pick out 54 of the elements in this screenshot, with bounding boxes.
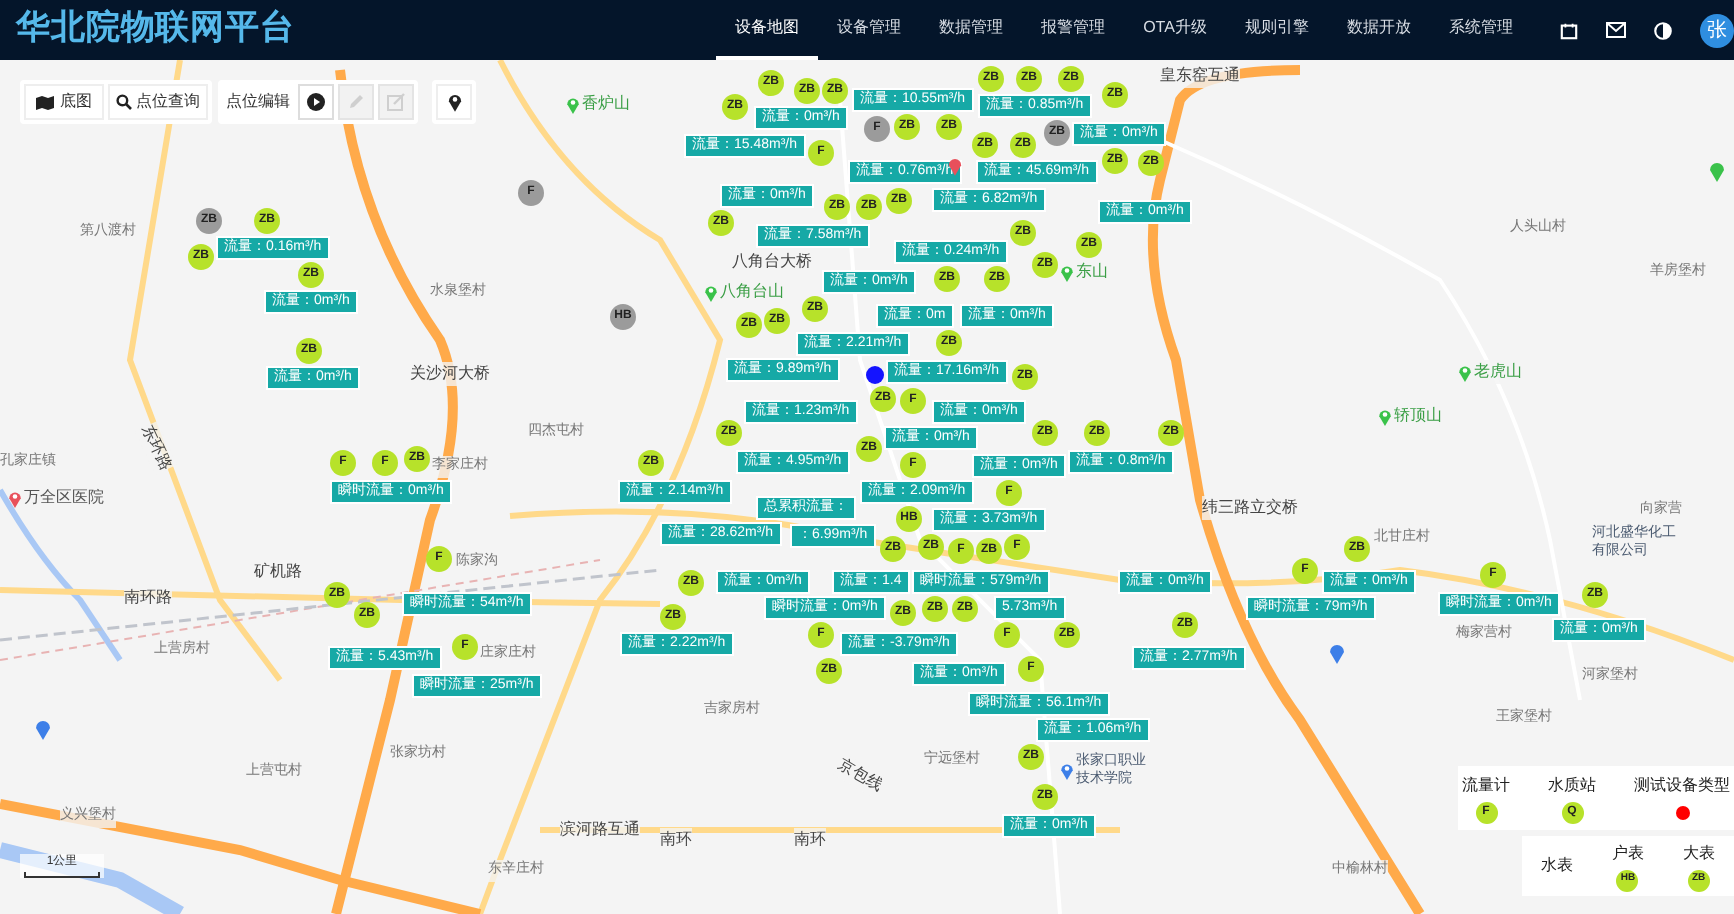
nav-tab[interactable]: 数据管理 [920,0,1022,60]
mountain-pin-icon [566,95,580,113]
mountain-pin-icon [1708,160,1726,182]
legend-label: 大表 [1682,841,1715,865]
basemap-button[interactable]: 底图 [24,84,104,120]
nav-tab[interactable]: 规则引擎 [1226,0,1328,60]
mountain-label: 香炉山 [582,92,630,116]
road-label: 东环路 [135,421,177,475]
mail-icon[interactable] [1606,22,1626,38]
road-label: 南环路 [124,586,172,610]
nav-tab[interactable]: 系统管理 [1430,0,1532,60]
search-icon [116,94,132,110]
nav-tab[interactable]: 设备管理 [818,0,920,60]
point-search-button[interactable]: 点位查询 [108,84,208,120]
mountain-label: 八角台山 [720,280,784,304]
legend-label: 水质站 [1548,773,1596,797]
hospital-pin-icon [8,489,22,507]
mountain-pin-icon [1378,407,1392,425]
scale-bar [24,872,100,878]
road-label: 滨河路互通 [560,818,640,842]
mountain-pin-icon [704,283,718,301]
nav-tab[interactable]: OTA升级 [1124,0,1226,60]
road-label: 南环 [660,828,692,852]
school-pin-icon [1060,761,1074,779]
legend-label: 流量计 [1462,773,1510,797]
road-label: 八角台大桥 [732,250,812,274]
hospital-label: 万全区医院 [24,486,104,510]
mountain-label: 轿顶山 [1394,404,1442,428]
mountain-label: 东山 [1076,260,1108,284]
app-title: 华北院物联网平台 [13,6,297,53]
location-pin-icon [447,92,461,112]
mountain-pin-icon [1060,263,1074,281]
calendar-icon[interactable] [1560,21,1578,39]
location-pin-icon [1328,642,1346,664]
road-label: 关沙河大桥 [410,362,490,386]
road-label: 纬三路立交桥 [1202,496,1298,520]
play-icon [306,92,326,112]
legend-label: 户表 [1611,841,1644,865]
road-label: 矿机路 [254,560,302,584]
legend-label: 水表 [1541,854,1574,878]
edit-icon [386,92,406,112]
contrast-icon[interactable] [1654,21,1672,39]
road-label: 皇东窑互通 [1160,64,1240,88]
mountain-pin-icon [1458,363,1472,381]
road-label: 南环 [794,828,826,852]
point-edit-label: 点位编辑 [224,90,292,114]
location-pin-icon [34,718,52,740]
nav-tab[interactable]: 数据开放 [1328,0,1430,60]
nav-tab[interactable]: 报警管理 [1022,0,1124,60]
mountain-label: 老虎山 [1474,360,1522,384]
pencil-icon [346,92,366,112]
map-icon [36,95,54,109]
play-button[interactable] [298,84,334,120]
legend-label: 测试设备类型 [1634,773,1730,797]
